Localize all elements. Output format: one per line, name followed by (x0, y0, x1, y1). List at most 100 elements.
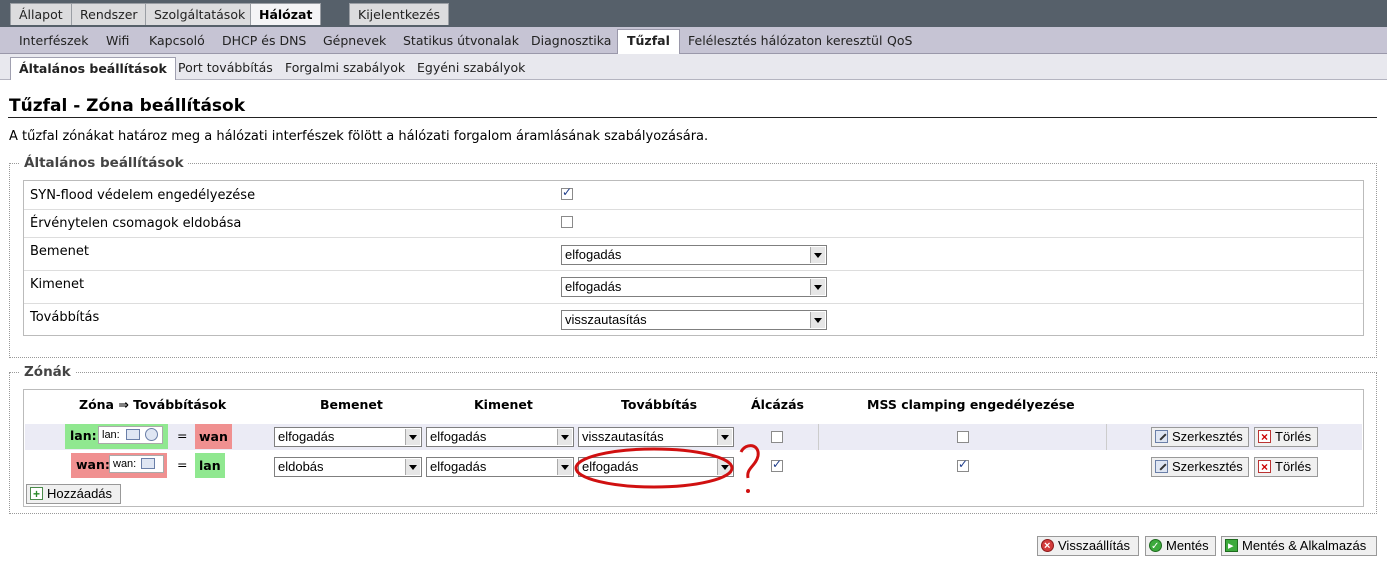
add-zone-button[interactable]: Hozzáadás (26, 484, 121, 504)
edit-button-label: Szerkesztés (1172, 459, 1243, 474)
tab-dhcp-dns[interactable]: DHCP és DNS (213, 30, 315, 53)
save-apply-label: Mentés & Alkalmazás (1242, 538, 1367, 553)
forward-policy-value: visszautasítás (565, 312, 647, 327)
zone-lan-forward-value: visszautasítás (582, 429, 664, 444)
top-tab-services[interactable]: Szolgáltatások (145, 3, 255, 25)
output-policy-row: Kimenet elfogadás (24, 270, 1363, 304)
reset-label: Visszaállítás (1058, 538, 1131, 553)
top-tab-status[interactable]: Állapot (10, 3, 72, 25)
forward-policy-row: Továbbítás visszautasítás (24, 303, 1363, 335)
network-menu: Interfészek Wifi Kapcsoló DHCP és DNS Gé… (0, 27, 1387, 54)
zone-lan-mss-checkbox[interactable] (957, 431, 969, 443)
delete-button-label: Törlés (1275, 459, 1312, 474)
tab-firewall[interactable]: Tűzfal (617, 29, 680, 54)
drop-invalid-checkbox[interactable] (561, 216, 573, 228)
chevron-down-icon (557, 429, 572, 445)
zone-wan-output-value: elfogadás (430, 459, 487, 474)
top-tab-logout[interactable]: Kijelentkezés (349, 3, 450, 25)
input-policy-select[interactable]: elfogadás (561, 245, 827, 265)
subtab-traffic-rules[interactable]: Forgalmi szabályok (277, 57, 413, 79)
reset-button[interactable]: Visszaállítás (1037, 536, 1139, 556)
save-label: Mentés (1166, 538, 1209, 553)
network-switch-icon (126, 429, 140, 440)
title-divider (8, 117, 1377, 118)
zone-lan-forward-select[interactable]: visszautasítás (578, 427, 734, 447)
save-apply-button[interactable]: Mentés & Alkalmazás (1221, 536, 1377, 556)
general-settings-legend: Általános beállítások (20, 155, 188, 171)
zone-wan-mss-checkbox[interactable] (957, 457, 969, 472)
tab-hostnames[interactable]: Gépnevek (314, 30, 395, 53)
zone-wan-forward-select[interactable]: elfogadás (578, 457, 734, 477)
subtab-port-forwarding[interactable]: Port továbbítás (170, 57, 281, 79)
network-switch-icon (141, 458, 155, 469)
zone-lan-input-value: elfogadás (278, 429, 335, 444)
tab-switch[interactable]: Kapcsoló (140, 30, 214, 53)
header-forward: Továbbítás (621, 397, 698, 412)
chevron-down-icon (405, 459, 420, 475)
zone-lan-masquerading-checkbox[interactable] (771, 431, 783, 443)
zone-wan-masquerading-checkbox[interactable] (771, 457, 783, 472)
zone-wan-input-value: eldobás (278, 459, 324, 474)
action-bar: Visszaállítás Mentés Mentés & Alkalmazás (0, 533, 1387, 574)
chevron-down-icon (810, 279, 825, 295)
zone-lan-input-select[interactable]: elfogadás (274, 427, 422, 447)
output-policy-label: Kimenet (30, 277, 85, 292)
zone-wan-name: wan: (76, 457, 110, 472)
chevron-down-icon (810, 312, 825, 328)
main-content: Tűzfal - Zóna beállítások A tűzfal zónák… (0, 80, 1387, 574)
forward-arrow-eq: = (177, 457, 188, 472)
add-icon (30, 485, 43, 503)
column-divider (1106, 424, 1107, 450)
chevron-down-icon (717, 429, 732, 445)
zone-wan-delete-button[interactable]: Törlés (1254, 457, 1318, 477)
tab-wake-on-lan[interactable]: Felélesztés hálózaton keresztül (679, 30, 891, 53)
zone-lan-output-select[interactable]: elfogadás (426, 427, 574, 447)
header-output: Kimenet (474, 397, 533, 412)
zone-wan-output-select[interactable]: elfogadás (426, 457, 574, 477)
zone-wan-network-box: wan: (109, 455, 164, 473)
top-tab-network[interactable]: Hálózat (250, 3, 322, 25)
tab-interfaces[interactable]: Interfészek (10, 30, 97, 53)
header-input: Bemenet (320, 397, 383, 412)
zone-wan-badge[interactable]: wan: wan: (71, 453, 167, 478)
drop-invalid-label: Érvénytelen csomagok eldobása (30, 216, 242, 231)
top-tab-system[interactable]: Rendszer (71, 3, 147, 25)
save-button[interactable]: Mentés (1145, 536, 1216, 556)
general-settings-table: SYN-flood védelem engedélyezése Érvényte… (23, 180, 1364, 336)
tab-qos[interactable]: QoS (878, 30, 921, 53)
zone-wan-input-select[interactable]: eldobás (274, 457, 422, 477)
zone-row-lan: lan: lan: = wan elfogadás elfogadás viss… (25, 424, 1362, 450)
checkmark-icon (1149, 538, 1162, 556)
subtab-general-settings[interactable]: Általános beállítások (10, 57, 176, 80)
delete-icon (1258, 428, 1271, 446)
zone-lan-delete-button[interactable]: Törlés (1254, 427, 1318, 447)
zones-table: Zóna ⇒ Továbbítások Bemenet Kimenet Tová… (23, 389, 1364, 507)
page-title: Tűzfal - Zóna beállítások (9, 96, 246, 116)
reset-icon (1041, 537, 1054, 555)
syn-flood-checkbox[interactable] (561, 185, 573, 200)
tab-wifi[interactable]: Wifi (97, 30, 138, 53)
forward-arrow-eq: = (177, 428, 188, 443)
zone-lan-edit-button[interactable]: Szerkesztés (1151, 427, 1249, 447)
zone-wan-edit-button[interactable]: Szerkesztés (1151, 457, 1249, 477)
header-masquerading: Álcázás (751, 397, 804, 412)
output-policy-value: elfogadás (565, 279, 622, 294)
wifi-icon (145, 428, 158, 441)
edit-icon (1155, 460, 1168, 473)
header-mss-clamping: MSS clamping engedélyezése (867, 397, 1075, 412)
forward-policy-select[interactable]: visszautasítás (561, 310, 827, 330)
forward-dest-wan: wan (195, 424, 232, 449)
tab-diagnostics[interactable]: Diagnosztika (522, 30, 620, 53)
header-zone-forwardings: Zóna ⇒ Továbbítások (79, 397, 227, 412)
syn-flood-row: SYN-flood védelem engedélyezése (24, 181, 1363, 210)
delete-icon (1258, 458, 1271, 476)
chevron-down-icon (557, 459, 572, 475)
output-policy-select[interactable]: elfogadás (561, 277, 827, 297)
tab-static-routes[interactable]: Statikus útvonalak (394, 30, 528, 53)
syn-flood-label: SYN-flood védelem engedélyezése (30, 188, 256, 203)
zone-wan-forward-value: elfogadás (582, 459, 639, 474)
drop-invalid-row: Érvénytelen csomagok eldobása (24, 209, 1363, 238)
add-zone-label: Hozzáadás (47, 486, 113, 501)
subtab-custom-rules[interactable]: Egyéni szabályok (409, 57, 533, 79)
zone-lan-badge[interactable]: lan: lan: (65, 424, 168, 449)
